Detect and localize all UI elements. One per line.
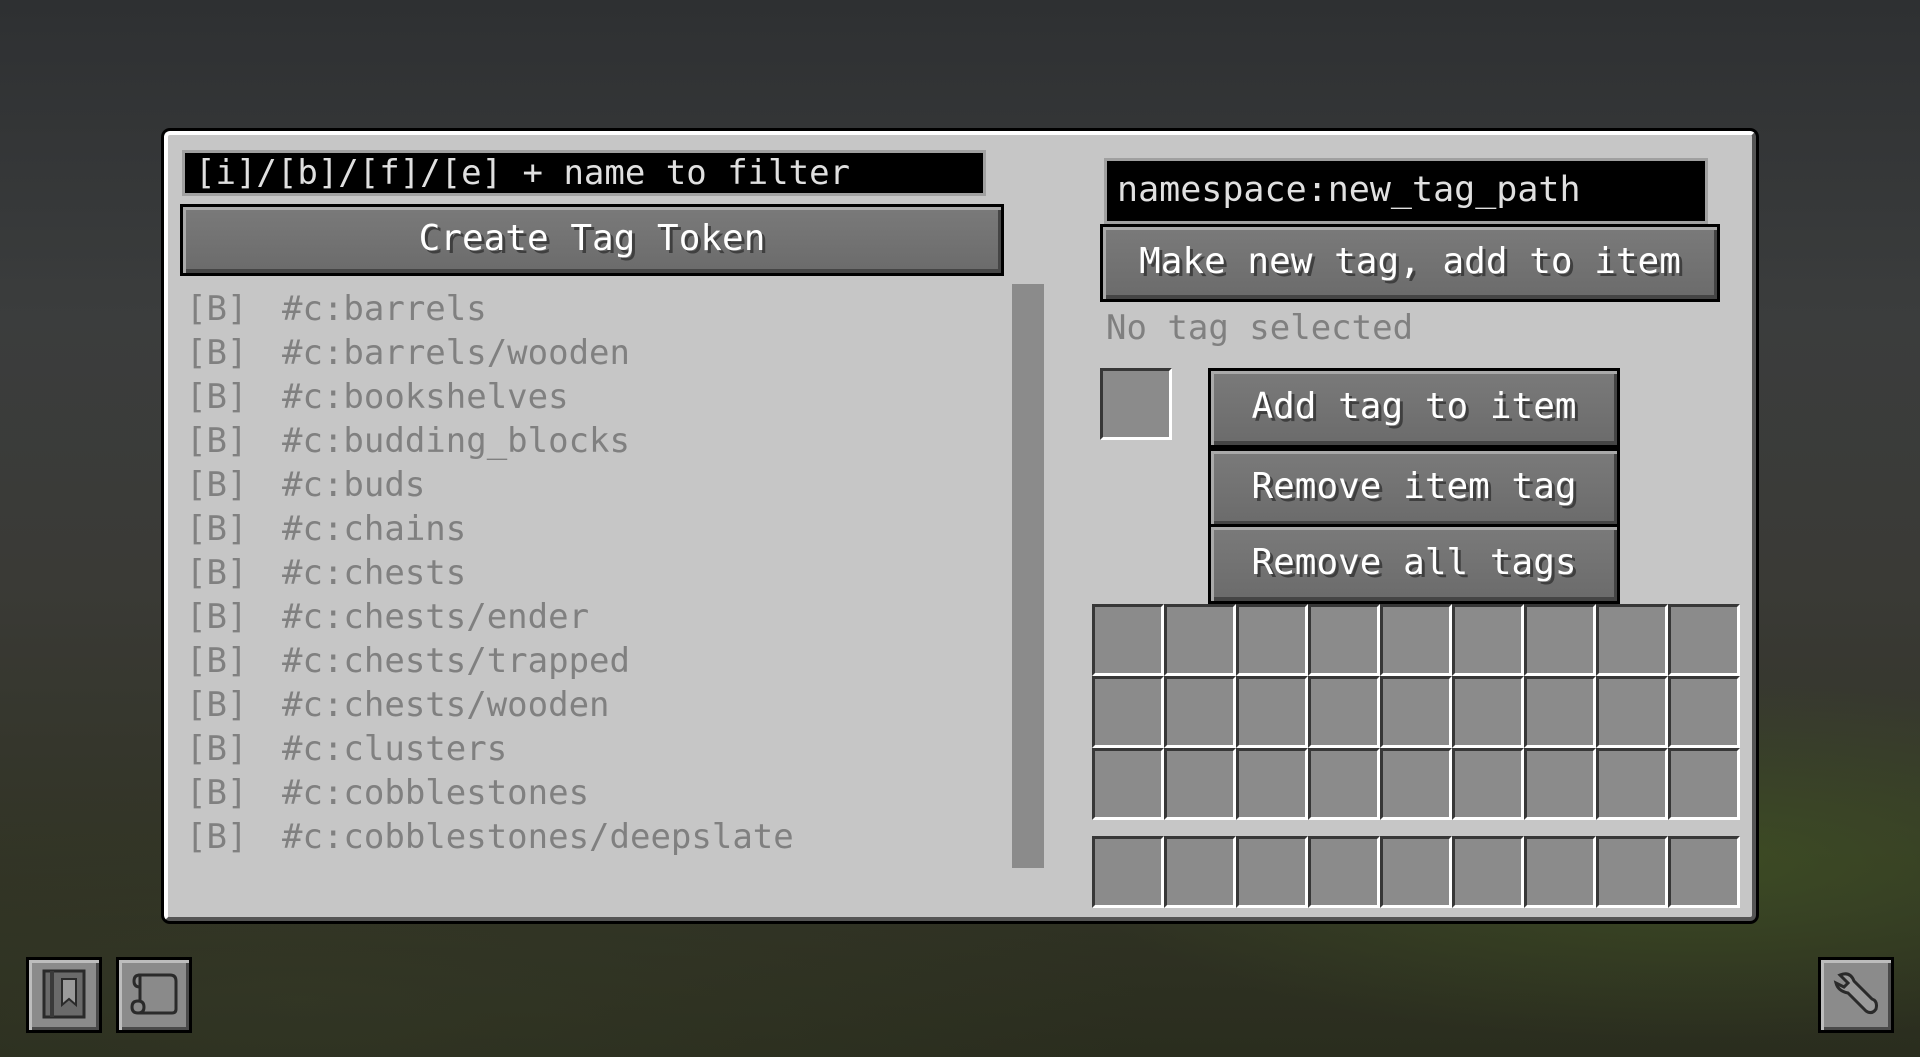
tag-list-item[interactable]: [B] #c:chests: [186, 551, 1006, 595]
inventory-slot[interactable]: [1308, 748, 1380, 820]
make-new-tag-button[interactable]: Make new tag, add to item: [1100, 224, 1720, 302]
tag-name-label: #c:chests/wooden: [282, 685, 610, 725]
inventory-slot[interactable]: [1524, 604, 1596, 676]
tag-book-icon: [36, 965, 92, 1025]
hotbar-slot[interactable]: [1668, 836, 1740, 908]
tag-list-item[interactable]: [B] #c:bookshelves: [186, 375, 1006, 419]
filter-input[interactable]: [i]/[b]/[f]/[e] + name to filter: [182, 150, 986, 196]
hotbar-slot[interactable]: [1236, 836, 1308, 908]
hotbar-slot[interactable]: [1092, 836, 1164, 908]
tag-name-label: #c:chains: [282, 509, 467, 549]
tag-type-label: [B]: [186, 685, 248, 725]
tag-name-label: #c:barrels: [282, 289, 487, 329]
tag-type-label: [B]: [186, 333, 248, 373]
add-tag-to-item-button[interactable]: Add tag to item: [1208, 368, 1620, 448]
tag-name-label: #c:cobblestones/deepslate: [282, 817, 794, 857]
inventory-slot[interactable]: [1596, 748, 1668, 820]
inventory-slot[interactable]: [1668, 676, 1740, 748]
tag-list-item[interactable]: [B] #c:barrels: [186, 287, 1006, 331]
tag-type-label: [B]: [186, 289, 248, 329]
tag-name-label: #c:clusters: [282, 729, 508, 769]
player-inventory: [1092, 604, 1740, 820]
tag-book-button[interactable]: [26, 957, 102, 1033]
scroll-icon: [126, 965, 182, 1025]
tag-name-label: #c:chests: [282, 553, 467, 593]
tag-type-label: [B]: [186, 817, 248, 857]
hotbar-slot[interactable]: [1596, 836, 1668, 908]
create-tag-token-button[interactable]: Create Tag Token: [180, 204, 1004, 276]
tag-list-item[interactable]: [B] #c:cobblestones: [186, 771, 1006, 815]
tag-type-label: [B]: [186, 509, 248, 549]
player-hotbar: [1092, 836, 1740, 908]
tag-list-item[interactable]: [B] #c:chests/trapped: [186, 639, 1006, 683]
tag-type-label: [B]: [186, 377, 248, 417]
inventory-slot[interactable]: [1596, 604, 1668, 676]
inventory-slot[interactable]: [1668, 748, 1740, 820]
tag-type-label: [B]: [186, 597, 248, 637]
hotbar-slot[interactable]: [1452, 836, 1524, 908]
tag-list-item[interactable]: [B] #c:clusters: [186, 727, 1006, 771]
settings-button[interactable]: [1818, 957, 1894, 1033]
inventory-slot[interactable]: [1092, 604, 1164, 676]
inventory-slot[interactable]: [1452, 676, 1524, 748]
inventory-slot[interactable]: [1380, 604, 1452, 676]
new-tag-input[interactable]: namespace:new_tag_path: [1104, 158, 1708, 224]
inventory-slot[interactable]: [1380, 748, 1452, 820]
tag-type-label: [B]: [186, 553, 248, 593]
tag-list-item[interactable]: [B] #c:budding_blocks: [186, 419, 1006, 463]
tag-name-label: #c:bookshelves: [282, 377, 569, 417]
inventory-slot[interactable]: [1524, 748, 1596, 820]
tag-name-label: #c:buds: [282, 465, 426, 505]
tag-type-label: [B]: [186, 465, 248, 505]
inventory-slot[interactable]: [1668, 604, 1740, 676]
inventory-slot[interactable]: [1164, 676, 1236, 748]
tag-status-label: No tag selected: [1106, 308, 1414, 348]
tag-name-label: #c:budding_blocks: [282, 421, 630, 461]
tag-name-label: #c:chests/trapped: [282, 641, 630, 681]
hotbar-slot[interactable]: [1380, 836, 1452, 908]
tag-list-item[interactable]: [B] #c:chains: [186, 507, 1006, 551]
tag-list-item[interactable]: [B] #c:cobblestones/deepslate: [186, 815, 1006, 859]
inventory-slot[interactable]: [1308, 676, 1380, 748]
hotbar-slot[interactable]: [1164, 836, 1236, 908]
inventory-slot[interactable]: [1452, 748, 1524, 820]
scroll-button[interactable]: [116, 957, 192, 1033]
remove-item-tag-button[interactable]: Remove item tag: [1208, 448, 1620, 528]
inventory-slot[interactable]: [1164, 604, 1236, 676]
remove-all-tags-button[interactable]: Remove all tags: [1208, 524, 1620, 604]
hotbar-slot[interactable]: [1308, 836, 1380, 908]
tag-list-item[interactable]: [B] #c:chests/wooden: [186, 683, 1006, 727]
tag-list: [B] #c:barrels [B] #c:barrels/wooden [B] #c:b…: [186, 287, 1006, 859]
tag-type-label: [B]: [186, 421, 248, 461]
inventory-slot[interactable]: [1380, 676, 1452, 748]
tag-list-item[interactable]: [B] #c:barrels/wooden: [186, 331, 1006, 375]
inventory-slot[interactable]: [1092, 748, 1164, 820]
tag-name-label: #c:cobblestones: [282, 773, 590, 813]
tag-list-item[interactable]: [B] #c:chests/ender: [186, 595, 1006, 639]
inventory-slot[interactable]: [1092, 676, 1164, 748]
inventory-slot[interactable]: [1236, 748, 1308, 820]
inventory-slot[interactable]: [1164, 748, 1236, 820]
inventory-slot[interactable]: [1452, 604, 1524, 676]
tag-name-label: #c:chests/ender: [282, 597, 590, 637]
hotbar-slot[interactable]: [1524, 836, 1596, 908]
tag-list-scrollbar[interactable]: [1012, 284, 1044, 868]
inventory-slot[interactable]: [1524, 676, 1596, 748]
inventory-slot[interactable]: [1236, 676, 1308, 748]
wrench-icon: [1828, 965, 1884, 1025]
tag-type-label: [B]: [186, 641, 248, 681]
selected-item-slot[interactable]: [1100, 368, 1172, 440]
tag-name-label: #c:barrels/wooden: [282, 333, 630, 373]
tag-list-item[interactable]: [B] #c:buds: [186, 463, 1006, 507]
inventory-slot[interactable]: [1596, 676, 1668, 748]
tag-type-label: [B]: [186, 773, 248, 813]
inventory-slot[interactable]: [1236, 604, 1308, 676]
inventory-slot[interactable]: [1308, 604, 1380, 676]
tag-type-label: [B]: [186, 729, 248, 769]
